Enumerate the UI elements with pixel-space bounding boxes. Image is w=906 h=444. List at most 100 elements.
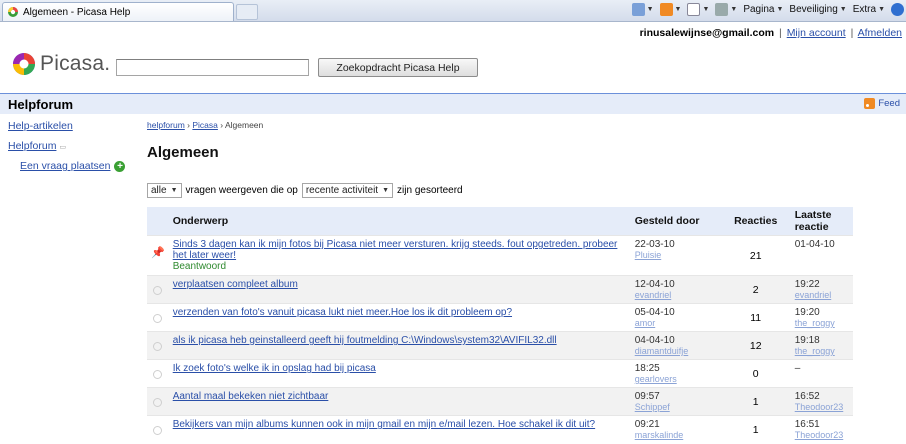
col-replies[interactable]: Reacties: [721, 207, 791, 236]
asked-by-user[interactable]: Schippef: [635, 402, 717, 412]
col-last-reply[interactable]: Laatste reactie: [791, 207, 853, 236]
star-icon[interactable]: [153, 314, 163, 323]
asked-date: 09:21: [634, 419, 660, 430]
feed-label: Feed: [878, 98, 900, 109]
last-reply-user[interactable]: Theodoor23: [795, 430, 849, 440]
topic-link[interactable]: Aantal maal bekeken niet zichtbaar: [173, 391, 329, 402]
browser-command-bar: ▼ ▼ ▼ ▼ Pagina ▼ Beveiliging ▼ Extra ▼: [631, 3, 904, 16]
feed-icon: [659, 3, 673, 16]
col-asked-by[interactable]: Gesteld door: [631, 207, 721, 236]
breadcrumb-root[interactable]: helpforum: [147, 120, 185, 130]
account-email: rinusalewijnse@gmail.com: [639, 27, 775, 39]
browser-toolbar: Algemeen - Picasa Help ▼ ▼ ▼ ▼ Pagina ▼ B…: [0, 0, 906, 22]
page-menu[interactable]: Pagina ▼: [743, 4, 783, 15]
extras-menu[interactable]: Extra ▼: [853, 4, 885, 15]
asked-date: 05-04-10: [634, 307, 675, 318]
star-icon[interactable]: [153, 286, 163, 295]
breadcrumb-current: Algemeen: [224, 120, 264, 130]
mail-icon: [687, 3, 701, 16]
topic-link[interactable]: Sinds 3 dagen kan ik mijn fotos bij Pica…: [173, 239, 618, 261]
asked-by-user[interactable]: Pluisie: [635, 250, 717, 260]
search-button[interactable]: Zoekopdracht Picasa Help: [318, 58, 478, 77]
sign-out-link[interactable]: Afmelden: [858, 27, 902, 39]
filter-bar: alle ▼ vragen weergeven die op recente ac…: [147, 183, 903, 198]
home-button[interactable]: ▼: [631, 3, 654, 16]
security-menu-label: Beveiliging: [789, 4, 838, 15]
feed-link[interactable]: Feed: [864, 98, 900, 109]
my-account-link[interactable]: Mijn account: [787, 27, 846, 39]
topic-link[interactable]: Ik zoek foto's welke ik in opslag had bi…: [173, 363, 376, 374]
asked-date: 12-04-10: [634, 279, 675, 290]
star-icon[interactable]: [153, 426, 163, 435]
forum-title: Helpforum: [8, 96, 73, 112]
col-subject[interactable]: Onderwerp: [169, 207, 631, 236]
topic-link[interactable]: verzenden van foto's vanuit picasa lukt …: [173, 307, 512, 318]
last-reply-time: –: [794, 363, 801, 374]
sidebar: Help-artikelen Helpforum ▭ Een vraag plaa…: [8, 120, 133, 172]
sidebar-item-help-forum[interactable]: Helpforum ▭: [8, 140, 133, 152]
star-icon[interactable]: [153, 342, 163, 351]
reply-count: 0: [720, 359, 791, 388]
asked-by-user[interactable]: marskalinde: [635, 430, 717, 440]
last-reply-user[interactable]: Theodoor23: [795, 402, 849, 412]
picasa-logo-text: Picasa.: [40, 52, 111, 75]
breadcrumb-section[interactable]: Picasa: [192, 120, 218, 130]
chevron-down-icon: ▼: [382, 187, 390, 194]
answered-label: Beantwoord: [172, 261, 227, 272]
last-reply-time: 01-04-10: [794, 239, 835, 250]
topic-link[interactable]: Bekijkers van mijn albums kunnen ook in …: [173, 419, 595, 430]
new-tab-button[interactable]: [236, 4, 258, 20]
ask-question-label[interactable]: Een vraag plaatsen: [20, 160, 110, 172]
asked-by-user[interactable]: gearlovers: [635, 374, 717, 384]
topic-link[interactable]: als ik picasa heb geinstalleerd geeft hi…: [173, 335, 557, 346]
main-content: helpforum › Picasa › Algemeen Algemeen a…: [147, 118, 903, 198]
ask-question-button[interactable]: Een vraag plaatsen +: [20, 160, 133, 172]
page-title: Algemeen: [147, 144, 219, 161]
last-reply-time: 16:52: [794, 391, 820, 402]
topic-link[interactable]: verplaatsen compleet album: [173, 279, 298, 290]
reply-count: 2: [720, 275, 791, 304]
last-reply-time: 16:51: [794, 419, 820, 430]
table-row: Aantal maal bekeken niet zichtbaar 09:57 S…: [147, 387, 853, 416]
table-row: verzenden van foto's vanuit picasa lukt …: [147, 303, 853, 332]
table-row: 📌 Sinds 3 dagen kan ik mijn fotos bij Pic…: [147, 235, 853, 276]
table-row: verplaatsen compleet album 12-04-10 evandr…: [147, 275, 853, 304]
rss-icon: [864, 98, 876, 109]
table-row: Bekijkers van mijn albums kunnen ook in …: [147, 415, 853, 443]
search-input[interactable]: [116, 59, 309, 76]
print-button[interactable]: ▼: [715, 3, 737, 16]
sort-select[interactable]: recente activiteit ▼: [301, 183, 394, 198]
last-reply-user[interactable]: evandriel: [795, 290, 849, 300]
sidebar-item-help-articles[interactable]: Help-artikelen: [8, 120, 133, 132]
add-icon: +: [114, 160, 126, 172]
table-row: Ik zoek foto's welke ik in opslag had bi…: [147, 359, 853, 388]
last-reply-user[interactable]: the_roggy: [795, 346, 849, 356]
star-icon[interactable]: [153, 370, 163, 379]
asked-date: 18:25: [634, 363, 660, 374]
asked-date: 22-03-10: [634, 239, 675, 250]
last-reply-time: 19:18: [794, 335, 820, 346]
feeds-button[interactable]: ▼: [659, 3, 681, 16]
scope-select-value: alle: [151, 185, 167, 196]
reply-count: 1: [720, 387, 791, 416]
browser-tab[interactable]: Algemeen - Picasa Help: [2, 2, 234, 21]
account-bar: rinusalewijnse@gmail.com | Mijn account …: [639, 27, 902, 39]
reply-count: 12: [720, 331, 791, 360]
sidebar-item-help-forum-label[interactable]: Helpforum: [8, 140, 56, 152]
asked-by-user[interactable]: evandriel: [635, 290, 717, 300]
help-icon: [891, 3, 904, 16]
scope-select[interactable]: alle ▼: [147, 183, 182, 198]
help-button[interactable]: [891, 3, 904, 16]
star-icon[interactable]: [153, 398, 163, 407]
asked-by-user[interactable]: amor: [635, 318, 717, 328]
browser-tab-title: Algemeen - Picasa Help: [23, 6, 131, 18]
pinned-icon: 📌: [151, 247, 165, 259]
mail-button[interactable]: ▼: [687, 3, 709, 16]
security-menu[interactable]: Beveiliging ▼: [789, 4, 846, 15]
asked-by-user[interactable]: diamantduifje: [635, 346, 717, 356]
last-reply-user[interactable]: the_roggy: [795, 318, 849, 328]
asked-date: 09:57: [634, 391, 660, 402]
sort-select-value: recente activiteit: [305, 185, 379, 196]
reply-count: 11: [720, 303, 791, 332]
picasa-logo[interactable]: Picasa.: [12, 52, 110, 76]
